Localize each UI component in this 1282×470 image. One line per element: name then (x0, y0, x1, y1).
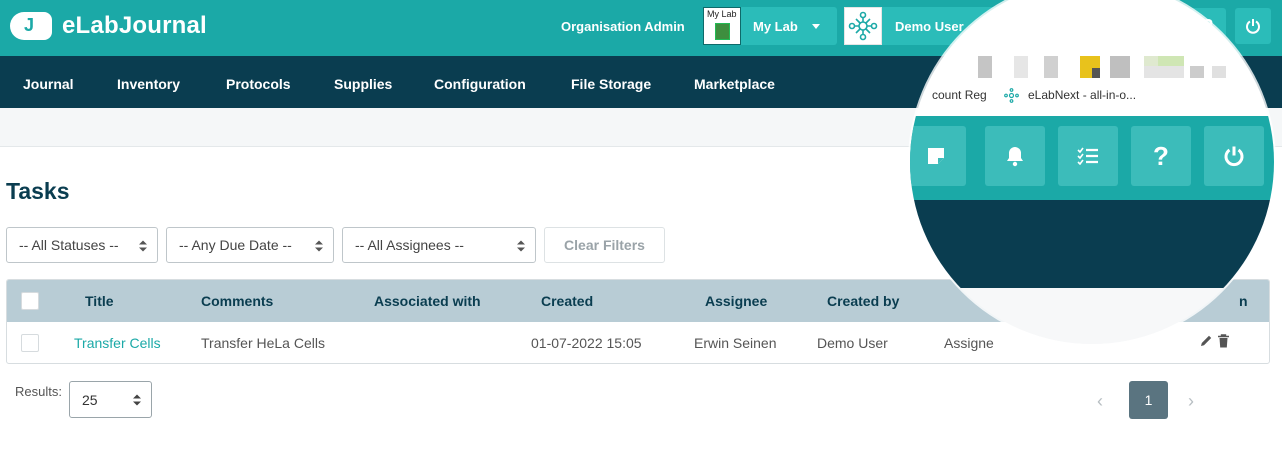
organisation-admin-link[interactable]: Organisation Admin (561, 19, 685, 34)
sticky-note-button-zoomed[interactable] (910, 126, 966, 186)
nav-supplies[interactable]: Supplies (334, 76, 392, 92)
pixelated-block (1144, 56, 1158, 66)
lab-selector[interactable]: My Lab My Lab (703, 7, 837, 45)
sort-arrows-icon (517, 240, 525, 252)
pixelated-block (1092, 68, 1100, 78)
help-icon: ? (1153, 140, 1169, 171)
chevron-down-icon (811, 23, 820, 29)
due-date-filter-select[interactable]: -- Any Due Date -- (166, 227, 334, 263)
logout-button-zoomed[interactable] (1204, 126, 1264, 186)
assignee-filter-value: -- All Assignees -- (355, 237, 464, 253)
zoomed-nav-bar (910, 200, 1274, 288)
bell-icon (1007, 147, 1023, 167)
task-created-by: Demo User (817, 335, 888, 351)
pixelated-block (1110, 56, 1130, 78)
sort-arrows-icon (133, 394, 141, 406)
lab-thumbnail-label: My Lab (707, 9, 737, 19)
pixelated-block (1158, 56, 1184, 66)
assignee-filter-select[interactable]: -- All Assignees -- (342, 227, 536, 263)
task-assignee: Erwin Seinen (694, 335, 777, 351)
current-page-button[interactable]: 1 (1129, 381, 1168, 419)
zoom-magnifier: count Reg eLabNext - all-in-o... ? (910, 0, 1274, 344)
lab-label: My Lab (753, 18, 798, 34)
next-page-button[interactable]: › (1188, 391, 1194, 412)
nav-file-storage[interactable]: File Storage (571, 76, 651, 92)
avatar (844, 7, 882, 45)
task-comments: Transfer HeLa Cells (201, 335, 325, 351)
lab-image-icon (715, 23, 730, 40)
network-avatar-icon (848, 11, 878, 41)
bookmark-account-reg[interactable]: count Reg (932, 88, 987, 102)
page-size-select[interactable]: 25 (69, 381, 152, 418)
nav-protocols[interactable]: Protocols (226, 76, 291, 92)
pixelated-block (1044, 56, 1058, 78)
nav-marketplace[interactable]: Marketplace (694, 76, 775, 92)
column-comments[interactable]: Comments (201, 293, 273, 309)
page-title: Tasks (6, 178, 70, 204)
column-associated-with[interactable]: Associated with (374, 293, 481, 309)
due-date-filter-value: -- Any Due Date -- (179, 237, 292, 253)
column-created-by[interactable]: Created by (827, 293, 899, 309)
clear-filters-button[interactable]: Clear Filters (544, 227, 665, 263)
browser-toolbar-zoomed: count Reg eLabNext - all-in-o... (910, 0, 1274, 116)
zoomed-sub-bar (910, 288, 1274, 344)
previous-page-button[interactable]: ‹ (1097, 391, 1103, 412)
nav-inventory[interactable]: Inventory (117, 76, 180, 92)
select-all-checkbox[interactable] (21, 292, 39, 310)
sort-arrows-icon (139, 240, 147, 252)
help-button-zoomed[interactable]: ? (1131, 126, 1191, 186)
column-assignee[interactable]: Assignee (705, 293, 767, 309)
sort-arrows-icon (315, 240, 323, 252)
nav-journal[interactable]: Journal (23, 76, 74, 92)
notifications-button-zoomed[interactable] (985, 126, 1045, 186)
lab-thumbnail: My Lab (703, 7, 741, 45)
status-filter-select[interactable]: -- All Statuses -- (6, 227, 158, 263)
results-label: Results: (15, 384, 62, 399)
elabnext-favicon-icon (1004, 88, 1019, 103)
checklist-button-zoomed[interactable] (1058, 126, 1118, 186)
nav-configuration[interactable]: Configuration (434, 76, 526, 92)
page-size-value: 25 (82, 392, 98, 408)
column-title[interactable]: Title (85, 293, 114, 309)
status-filter-value: -- All Statuses -- (19, 237, 119, 253)
task-created: 01-07-2022 15:05 (531, 335, 642, 351)
app-logo[interactable]: J eLabJournal (10, 12, 207, 40)
logo-badge-icon: J (10, 12, 52, 40)
power-icon (1224, 146, 1244, 167)
checklist-icon (1077, 147, 1098, 165)
bookmark-elabnext[interactable]: eLabNext - all-in-o... (1028, 88, 1136, 102)
pixelated-block (1190, 66, 1204, 78)
pixelated-block (978, 56, 992, 78)
row-checkbox[interactable] (21, 334, 39, 352)
task-title-link[interactable]: Transfer Cells (74, 335, 161, 351)
pixelated-block (1014, 56, 1028, 78)
pixelated-block (1144, 66, 1184, 78)
app-name: eLabJournal (62, 12, 207, 39)
column-created[interactable]: Created (541, 293, 593, 309)
sticky-note-icon (928, 148, 944, 164)
pixelated-block (1212, 66, 1226, 78)
